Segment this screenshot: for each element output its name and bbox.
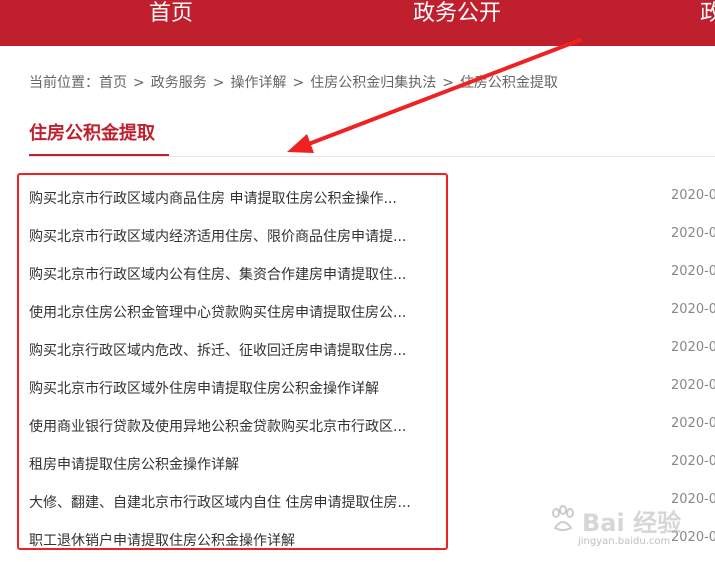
list-item[interactable]: 购买北京行政区域内危改、拆迁、征收回迁房申请提取住房... 2020-0 (0, 330, 715, 368)
list-item-date: 2020-0 (671, 530, 715, 545)
list-item[interactable]: 购买北京市行政区域内经济适用住房、限价商品住房申请提... 2020-0 (0, 216, 715, 254)
breadcrumb-separator: > (292, 75, 305, 91)
nav-item-government-affairs[interactable]: 政务公开 (413, 0, 501, 30)
list-item[interactable]: 购买北京市行政区域内商品住房 申请提取住房公积金操作... 2020-0 (0, 178, 715, 216)
list-item-date: 2020-0 (671, 302, 715, 317)
list-item-date: 2020-0 (671, 226, 715, 241)
nav-item-home[interactable]: 首页 (149, 0, 193, 30)
list-item-title[interactable]: 使用商业银行贷款及使用异地公积金贷款购买北京市行政区... (29, 416, 446, 436)
list-item[interactable]: 购买北京市行政区域外住房申请提取住房公积金操作详解 2020-0 (0, 368, 715, 406)
breadcrumb-prefix: 当前位置： (29, 75, 99, 91)
list-item[interactable]: 使用北京住房公积金管理中心贷款购买住房申请提取住房公... 2020-0 (0, 292, 715, 330)
list-item[interactable]: 职工退休销户申请提取住房公积金操作详解 2020-0 (0, 520, 715, 558)
list-item-title[interactable]: 购买北京市行政区域内经济适用住房、限价商品住房申请提... (29, 226, 446, 246)
top-navigation-bar: 首页 政务公开 政 (0, 0, 715, 46)
breadcrumb-separator: > (442, 75, 454, 91)
list-item-title[interactable]: 购买北京市行政区域内商品住房 申请提取住房公积金操作... (29, 188, 446, 208)
section-divider (29, 156, 715, 157)
list-item[interactable]: 租房申请提取住房公积金操作详解 2020-0 (0, 444, 715, 482)
list-item-date: 2020-0 (671, 416, 715, 431)
breadcrumb-operation-guide-link[interactable]: 操作详解 (230, 75, 286, 91)
list-item-title[interactable]: 使用北京住房公积金管理中心贷款购买住房申请提取住房公... (29, 302, 446, 322)
list-item-title[interactable]: 租房申请提取住房公积金操作详解 (29, 454, 446, 474)
list-item-date: 2020-0 (671, 454, 715, 469)
breadcrumb-current-page[interactable]: 住房公积金提取 (460, 75, 558, 91)
list-item-date: 2020-0 (671, 492, 715, 507)
nav-item-partial[interactable]: 政 (700, 0, 715, 30)
list-item[interactable]: 大修、翻建、自建北京市行政区域内自住 住房申请提取住房... 2020-0 (0, 482, 715, 520)
breadcrumb-separator: > (133, 75, 145, 91)
breadcrumb-government-services-link[interactable]: 政务服务 (151, 75, 207, 91)
breadcrumb-separator: > (212, 75, 225, 91)
list-item-title[interactable]: 大修、翻建、自建北京市行政区域内自住 住房申请提取住房... (29, 492, 446, 512)
article-list: 购买北京市行政区域内商品住房 申请提取住房公积金操作... 2020-0 购买北… (0, 178, 715, 558)
list-item-title[interactable]: 购买北京市行政区域外住房申请提取住房公积金操作详解 (29, 378, 446, 398)
list-item-title[interactable]: 购买北京市行政区域内公有住房、集资合作建房申请提取住... (29, 264, 446, 284)
breadcrumb: 当前位置：首页 > 政务服务 > 操作详解 > 住房公积金归集执法 > 住房公积金提取 (29, 72, 558, 92)
breadcrumb-fund-collection-link[interactable]: 住房公积金归集执法 (310, 75, 436, 91)
list-item-date: 2020-0 (671, 340, 715, 355)
list-item-title[interactable]: 职工退休销户申请提取住房公积金操作详解 (29, 530, 446, 550)
list-item[interactable]: 使用商业银行贷款及使用异地公积金贷款购买北京市行政区... 2020-0 (0, 406, 715, 444)
list-item[interactable]: 购买北京市行政区域内公有住房、集资合作建房申请提取住... 2020-0 (0, 254, 715, 292)
list-item-date: 2020-0 (671, 188, 715, 203)
breadcrumb-home-link[interactable]: 首页 (99, 75, 127, 91)
list-item-title[interactable]: 购买北京行政区域内危改、拆迁、征收回迁房申请提取住房... (29, 340, 446, 360)
section-title: 住房公积金提取 (29, 123, 155, 144)
list-item-date: 2020-0 (671, 378, 715, 393)
list-item-date: 2020-0 (671, 264, 715, 279)
